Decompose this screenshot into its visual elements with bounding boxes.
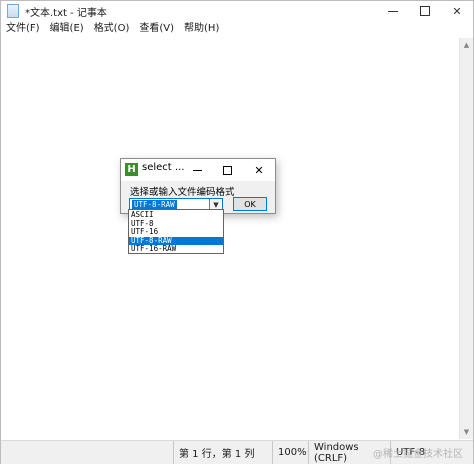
watermark: @稀土掘金技术社区 <box>373 449 463 460</box>
option-utf16-raw[interactable]: UTF-16-RAW <box>129 244 223 254</box>
menu-edit[interactable]: 编辑(E) <box>45 21 89 37</box>
scroll-down-icon[interactable]: ▼ <box>460 425 473 439</box>
menu-format[interactable]: 格式(O) <box>89 21 135 37</box>
minimize-button[interactable] <box>377 1 409 21</box>
scroll-up-icon[interactable]: ▲ <box>460 38 473 52</box>
close-icon: ✕ <box>254 163 264 177</box>
status-zoom: 100% <box>272 441 308 464</box>
dialog-prompt-label: 选择或输入文件编码格式 <box>130 187 235 198</box>
dialog-title: select ... <box>142 162 185 173</box>
dialog-minimize-button[interactable] <box>183 159 211 181</box>
menu-file[interactable]: 文件(F) <box>1 21 45 37</box>
dialog-title-bar: H select ... ✕ <box>121 159 275 181</box>
close-button[interactable]: ✕ <box>441 1 473 21</box>
window-controls: ✕ <box>377 1 473 21</box>
dialog-maximize-button[interactable] <box>213 159 241 181</box>
dialog-app-icon: H <box>125 163 138 176</box>
dialog-close-button[interactable]: ✕ <box>245 159 273 181</box>
window-title: *文本.txt - 记事本 <box>25 7 107 19</box>
notepad-window: *文本.txt - 记事本 ✕ 文件(F) 编辑(E) 格式(O) 查看(V) … <box>0 0 474 464</box>
minimize-icon <box>388 10 398 12</box>
encoding-dropdown-list: ASCII UTF-8 UTF-16 UTF-8-RAW UTF-16-RAW <box>128 209 224 254</box>
close-icon: ✕ <box>452 4 462 18</box>
menu-bar: 文件(F) 编辑(E) 格式(O) 查看(V) 帮助(H) <box>1 21 224 37</box>
notepad-icon <box>7 4 19 18</box>
ok-button[interactable]: OK <box>233 197 267 211</box>
status-position: 第 1 行，第 1 列 <box>173 441 272 464</box>
menu-help[interactable]: 帮助(H) <box>179 21 224 37</box>
minimize-icon <box>192 169 202 171</box>
menu-view[interactable]: 查看(V) <box>134 21 179 37</box>
maximize-button[interactable] <box>409 1 441 21</box>
maximize-icon <box>420 6 430 16</box>
vertical-scrollbar[interactable]: ▲ ▼ <box>459 38 473 439</box>
combobox-value: UTF-8-RAW <box>132 200 177 209</box>
text-editor[interactable] <box>1 38 459 439</box>
maximize-icon <box>222 165 232 175</box>
encoding-dialog: H select ... ✕ 选择或输入文件编码格式 UTF-8-RAW ▼ O… <box>120 158 276 214</box>
title-bar: *文本.txt - 记事本 ✕ <box>1 1 473 21</box>
